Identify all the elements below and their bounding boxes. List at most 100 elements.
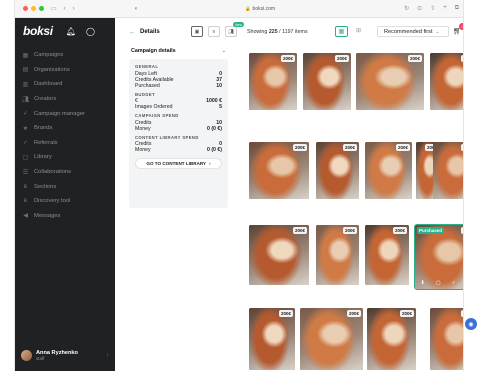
gallery-tile[interactable]: 200€ <box>356 53 424 110</box>
price-badge: 200€ <box>460 144 463 151</box>
purchased-badge: Purchased <box>417 227 445 234</box>
gallery-tile[interactable]: 200€ <box>249 53 297 110</box>
grid-icon: ▦ <box>22 52 29 59</box>
campaign-details-panel: Campaign details ⌄ GENERAL Days Left 0 Cr… <box>129 46 228 211</box>
detail-row: Purchased 10 <box>135 83 222 89</box>
sidebar-item-campaigns[interactable]: ▦ Campaigns <box>15 48 115 63</box>
new-tab-icon[interactable]: + <box>443 5 447 12</box>
avatar <box>21 350 32 361</box>
section-budget-title: BUDGET <box>135 91 156 97</box>
price-badge: 200€ <box>392 227 407 234</box>
bell-icon[interactable]: 🔔︎ <box>66 27 76 36</box>
check-icon: ✓ <box>22 111 29 118</box>
chart-icon: ▥ <box>22 81 29 88</box>
price-badge: 200€ <box>460 310 463 317</box>
boksi-logo[interactable]: boksi <box>23 24 53 38</box>
back-chevron-icon[interactable]: ‹ <box>64 6 66 12</box>
items-count: Showing 225 / 1197 items <box>247 29 308 35</box>
content-photo <box>249 308 295 370</box>
gallery-tile[interactable]: 200€ <box>367 308 416 370</box>
go-to-content-library-button[interactable]: GO TO CONTENT LIBRARY › <box>135 158 222 169</box>
detail-value: 5 <box>219 104 222 110</box>
sidebar-item-messages[interactable]: ◀ Messages <box>15 209 115 224</box>
sort-dropdown[interactable]: Recommended first ⌄ <box>377 26 449 37</box>
gallery-tile[interactable]: 200€Purchased⬇▢✓♡ <box>414 224 463 290</box>
sidebar-header: boksi 🔔︎ ◯ <box>15 18 115 44</box>
shield-icon[interactable]: ◐ <box>135 6 139 12</box>
people-filter-button[interactable]: 👥︎ <box>225 26 237 37</box>
gallery-tile[interactable]: 200€ <box>430 53 463 110</box>
gallery-tile[interactable]: 200€ <box>249 225 309 285</box>
minimize-window-button[interactable] <box>31 6 36 11</box>
download-icon[interactable]: ⬇ <box>421 280 425 286</box>
sidebar-item-label: Organizations <box>34 66 70 73</box>
gallery-tile[interactable]: 200€ <box>303 53 351 110</box>
campaign-details-header[interactable]: Campaign details ⌄ <box>129 46 228 56</box>
price-badge: 200€ <box>292 144 307 151</box>
chat-icon[interactable]: ◯ <box>86 27 95 36</box>
user-profile[interactable]: Anna Ryzhenko staff ↑ <box>21 350 111 361</box>
sidebar-item-collaborations[interactable]: ☰ Collaborations <box>15 165 115 180</box>
sidebar-item-creators[interactable]: 👥︎ Creators <box>15 92 115 107</box>
download-icon[interactable]: ⊙ <box>417 5 422 12</box>
sidebar-item-label: Campaign manager <box>34 110 85 117</box>
window-controls <box>23 6 44 11</box>
sidebar-item-label: Dashboard <box>34 81 63 88</box>
sidebar-item-referrals[interactable]: ✓ Referrals <box>15 136 115 151</box>
sidebar-item-sections[interactable]: ʙ Sections <box>15 179 115 194</box>
price-badge: 200€ <box>460 227 463 234</box>
back-to-details-button[interactable]: ← Details <box>129 29 160 36</box>
browser-toolbar: ▭ ‹ › ◐ 🔒 boksi.com ↻ ⊙ ⇧ + ⧉ <box>15 0 463 18</box>
detail-label: Purchased <box>135 82 160 89</box>
folder-icon[interactable]: ▢ <box>436 280 441 286</box>
sidebar-item-label: Messages <box>34 212 61 219</box>
content-photo <box>367 308 416 370</box>
sidebar: boksi 🔔︎ ◯ ▦ Campaigns ▤ Organizations ▥ Da… <box>15 18 115 371</box>
price-badge: 200€ <box>292 227 307 234</box>
share-icon[interactable]: ⇧ <box>430 5 435 12</box>
logo-icon: ʙ <box>23 183 28 190</box>
detail-value: 10 <box>216 82 222 89</box>
gallery-tile[interactable]: 200€ <box>316 142 359 199</box>
address-bar[interactable]: 🔒 boksi.com <box>185 4 335 14</box>
sidebar-item-campaign-manager[interactable]: ✓ Campaign manager <box>15 106 115 121</box>
gallery-tile[interactable]: 200€ <box>249 308 295 370</box>
reload-icon[interactable]: ↻ <box>404 5 409 12</box>
view-mode-image-button[interactable]: ▣ <box>191 26 203 37</box>
grid-view-button[interactable]: ▦ <box>335 26 348 37</box>
check-icon: ✓ <box>22 140 29 147</box>
content-photo <box>433 142 463 199</box>
sidebar-item-discovery-tool[interactable]: ʙ Discovery tool <box>15 194 115 209</box>
gallery-tile[interactable]: 200€ <box>365 225 409 285</box>
gallery-tile[interactable]: 200€ <box>365 142 412 199</box>
sidebar-item-dashboard[interactable]: ▥ Dashboard <box>15 77 115 92</box>
price-badge: 200€ <box>460 55 463 62</box>
detail-label: Images Ordered <box>135 104 173 110</box>
check-icon[interactable]: ✓ <box>452 280 456 286</box>
chevron-down-icon[interactable]: ⌄ <box>222 48 226 54</box>
gallery-tile[interactable]: 200€ <box>300 308 363 370</box>
large-grid-view-button[interactable]: ⊞ <box>356 27 361 34</box>
sidebar-item-brands[interactable]: ★ Brands <box>15 121 115 136</box>
close-window-button[interactable] <box>23 6 28 11</box>
gallery-tile[interactable]: 200€ <box>316 225 359 285</box>
gallery-tile[interactable]: 200€ <box>249 142 309 199</box>
sidebar-item-label: Collaborations <box>34 169 72 176</box>
help-chat-button[interactable]: ◉ <box>465 318 477 330</box>
tabs-overview-icon[interactable]: ⧉ <box>455 5 459 12</box>
gallery-tile[interactable]: 200€ <box>430 308 463 370</box>
sidebar-item-label: Referrals <box>34 139 58 146</box>
price-badge: 200€ <box>342 144 357 151</box>
zoom-window-button[interactable] <box>39 6 44 11</box>
sidebar-item-label: Campaigns <box>34 52 64 59</box>
filter-button[interactable]: ≡ <box>208 26 220 37</box>
sidebar-item-organizations[interactable]: ▤ Organizations <box>15 63 115 78</box>
sidebar-toggle-icon[interactable]: ▭ <box>51 5 57 12</box>
price-badge: 200€ <box>407 55 422 62</box>
gallery-tile[interactable]: 200€ <box>433 142 463 199</box>
content-photo <box>430 53 463 110</box>
sidebar-item-library[interactable]: ▢ Library <box>15 150 115 165</box>
back-label: Details <box>140 29 160 35</box>
forward-chevron-icon[interactable]: › <box>73 6 75 12</box>
arrow-up-icon[interactable]: ↑ <box>106 353 109 359</box>
